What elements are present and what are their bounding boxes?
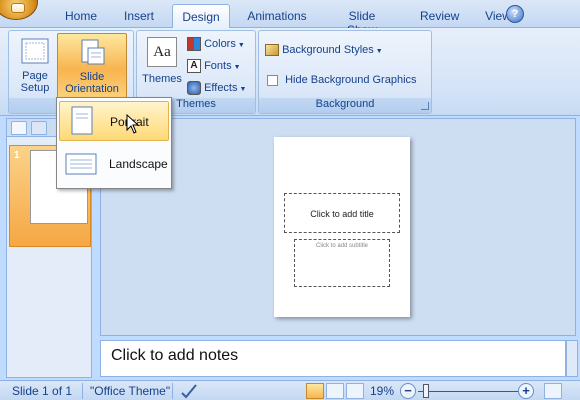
themes-gallery-icon: Aa bbox=[147, 37, 177, 67]
outline-tab[interactable] bbox=[31, 121, 47, 135]
mouse-cursor-icon bbox=[126, 114, 140, 134]
fit-to-window-icon[interactable] bbox=[544, 383, 562, 399]
tab-insert[interactable]: Insert bbox=[122, 7, 156, 27]
help-icon[interactable]: ? bbox=[506, 5, 524, 23]
ribbon-tab-strip: Home Insert Design Animations Slide Show… bbox=[0, 0, 580, 37]
page-setup-icon bbox=[21, 38, 49, 64]
slide-orientation-menu: Portrait Landscape bbox=[56, 97, 172, 189]
tab-home[interactable]: Home bbox=[64, 7, 98, 27]
slides-tab[interactable] bbox=[11, 121, 27, 135]
theme-name-status: "Office Theme" bbox=[90, 384, 171, 398]
background-group-label: Background bbox=[259, 98, 431, 113]
tab-review[interactable]: Review bbox=[420, 7, 459, 27]
tab-animations[interactable]: Animations bbox=[246, 7, 308, 27]
effects-label: Effects bbox=[204, 82, 238, 94]
tab-design[interactable]: Design bbox=[172, 4, 230, 29]
fonts-label: Fonts bbox=[204, 60, 232, 72]
hide-background-graphics-checkbox[interactable]: Hide Background Graphics bbox=[267, 71, 417, 89]
normal-view-button[interactable] bbox=[306, 383, 324, 399]
slide-count-status: Slide 1 of 1 bbox=[12, 384, 73, 398]
themes-label: Themes bbox=[142, 73, 182, 85]
hide-background-graphics-label: Hide Background Graphics bbox=[285, 74, 417, 86]
status-bar: Slide 1 of 1 "Office Theme" 19% − + bbox=[0, 380, 580, 400]
dialog-launcher-icon[interactable] bbox=[421, 102, 429, 110]
zoom-level[interactable]: 19% bbox=[370, 384, 394, 398]
background-styles-label: Background Styles bbox=[282, 44, 374, 56]
slide-show-view-button[interactable] bbox=[346, 383, 364, 399]
fonts-icon: A bbox=[187, 59, 201, 74]
slide-sorter-view-button[interactable] bbox=[326, 383, 344, 399]
spell-check-icon[interactable] bbox=[180, 383, 198, 399]
effects-icon bbox=[187, 81, 201, 96]
slide-orientation-button[interactable]: Slide Orientation bbox=[57, 33, 127, 99]
background-styles-icon bbox=[265, 44, 279, 57]
page-setup-label: Page Setup bbox=[20, 70, 50, 94]
themes-button[interactable]: Aa Themes bbox=[141, 33, 183, 99]
landscape-label: Landscape bbox=[109, 157, 168, 171]
effects-button[interactable]: Effects ▼ bbox=[187, 79, 246, 97]
fonts-button[interactable]: A Fonts ▼ bbox=[187, 57, 241, 75]
background-styles-button[interactable]: Background Styles ▼ bbox=[265, 41, 383, 59]
zoom-in-icon[interactable]: + bbox=[518, 383, 534, 399]
slide-thumbnail-number: 1 bbox=[14, 150, 20, 161]
slide-orientation-label: Slide Orientation bbox=[65, 71, 119, 95]
zoom-slider-thumb[interactable] bbox=[423, 384, 429, 398]
status-separator bbox=[82, 383, 83, 399]
slide-canvas[interactable]: Click to add title Click to add subtitle bbox=[274, 137, 410, 317]
office-logo-icon bbox=[11, 3, 25, 13]
portrait-page-icon bbox=[71, 106, 93, 135]
subtitle-placeholder[interactable]: Click to add subtitle bbox=[294, 239, 390, 287]
page-setup-button[interactable]: Page Setup bbox=[13, 33, 57, 99]
zoom-out-icon[interactable]: − bbox=[400, 383, 416, 399]
checkbox-icon bbox=[267, 74, 278, 86]
background-group: Background Styles ▼ Hide Background Graph… bbox=[258, 30, 432, 114]
status-separator bbox=[172, 383, 173, 399]
title-placeholder[interactable]: Click to add title bbox=[284, 193, 400, 233]
landscape-page-icon bbox=[65, 153, 97, 175]
zoom-slider-track[interactable] bbox=[418, 391, 520, 392]
notes-pane[interactable]: Click to add notes bbox=[100, 340, 566, 377]
slide-orientation-icon bbox=[81, 39, 105, 65]
tab-slide-show[interactable]: Slide Show bbox=[332, 7, 392, 37]
vertical-scrollbar[interactable] bbox=[566, 340, 578, 377]
colors-icon bbox=[187, 37, 201, 52]
menu-item-portrait[interactable]: Portrait bbox=[59, 101, 169, 141]
colors-label: Colors bbox=[204, 38, 236, 50]
menu-item-landscape[interactable]: Landscape bbox=[59, 144, 169, 184]
office-button[interactable] bbox=[0, 0, 38, 20]
colors-button[interactable]: Colors ▼ bbox=[187, 35, 245, 53]
